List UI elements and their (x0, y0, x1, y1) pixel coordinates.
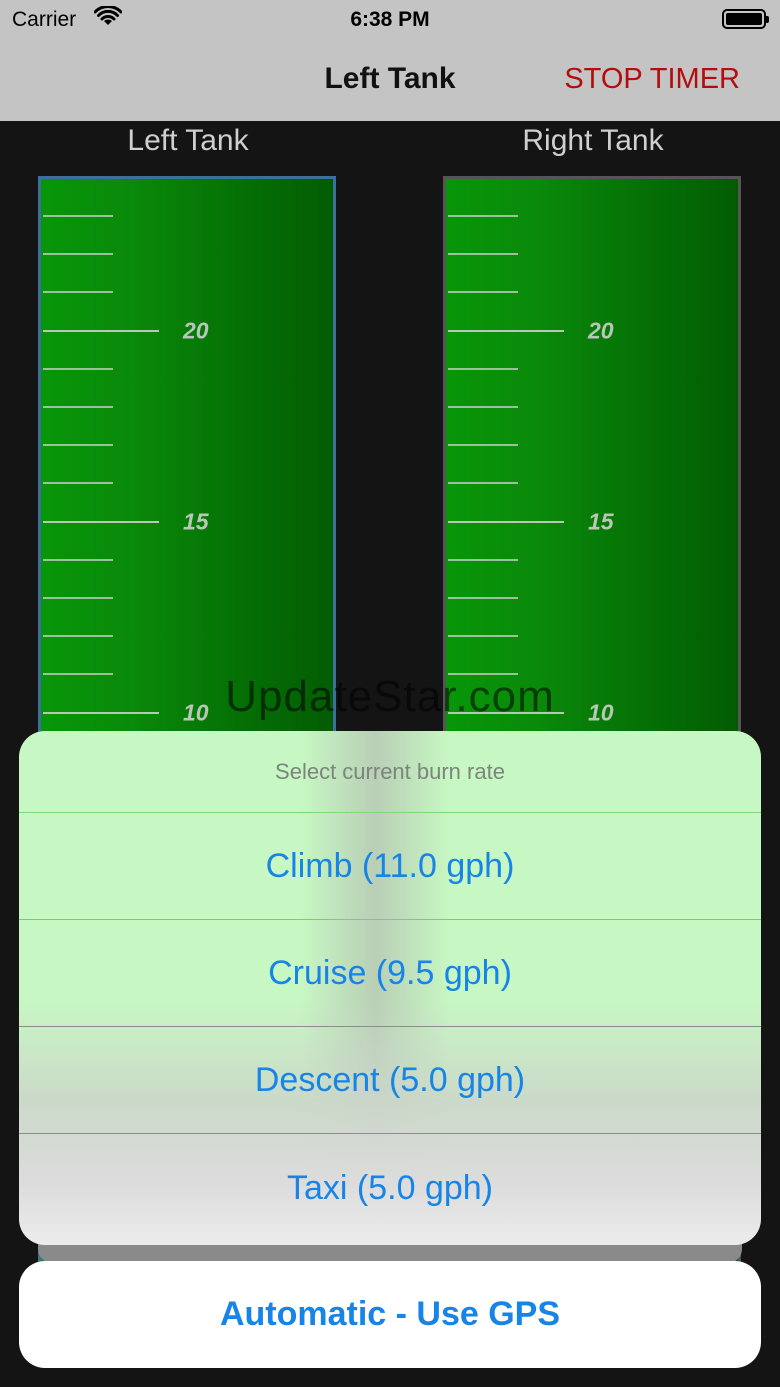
scale-minor-tick (448, 215, 518, 217)
taxi-option[interactable]: Taxi (5.0 gph) (19, 1134, 761, 1242)
scale-minor-tick (43, 367, 113, 370)
scale-minor-tick (448, 444, 518, 447)
scale-major-tick (43, 520, 159, 523)
scale-major-tick (43, 329, 159, 332)
scale-major-tick (448, 329, 564, 332)
clock: 6:38 PM (350, 8, 430, 31)
scale-major-tick (448, 520, 564, 523)
scale-minor-tick (448, 367, 518, 370)
scale-minor-tick (43, 444, 113, 447)
status-bar: Carrier 6:38 PM (0, 0, 780, 40)
right-tank-label: Right Tank (522, 124, 664, 157)
scale-minor-tick (448, 597, 518, 599)
scale-minor-tick (43, 406, 113, 408)
scale-label: 20 (588, 317, 614, 344)
burn-rate-action-sheet: Select current burn rate Climb (11.0 gph… (19, 731, 761, 1245)
scale-minor-tick (43, 253, 113, 256)
scale-minor-tick (43, 482, 113, 485)
scale-minor-tick (448, 253, 518, 256)
scale-minor-tick (43, 635, 113, 638)
navigation-bar: Left Tank STOP TIMER (0, 40, 780, 121)
descent-option[interactable]: Descent (5.0 gph) (19, 1027, 761, 1134)
stop-timer-button[interactable]: STOP TIMER (564, 63, 740, 96)
scale-label: 15 (588, 508, 614, 535)
scale-minor-tick (448, 558, 518, 561)
action-sheet-title: Select current burn rate (19, 731, 761, 813)
scale-minor-tick (43, 597, 113, 599)
watermark: UpdateStar.com (225, 672, 555, 721)
scale-minor-tick (43, 558, 113, 561)
scale-minor-tick (448, 635, 518, 638)
scale-minor-tick (43, 215, 113, 217)
scale-minor-tick (448, 406, 518, 408)
scale-label: 20 (183, 317, 209, 344)
scale-minor-tick (448, 291, 518, 294)
left-tank-label: Left Tank (127, 124, 249, 157)
scale-minor-tick (448, 482, 518, 485)
battery-icon (722, 9, 769, 29)
automatic-gps-button[interactable]: Automatic - Use GPS (19, 1261, 761, 1368)
cruise-option[interactable]: Cruise (9.5 gph) (19, 920, 761, 1027)
scale-minor-tick (43, 291, 113, 294)
climb-option[interactable]: Climb (11.0 gph) (19, 813, 761, 920)
scale-label: 15 (183, 508, 209, 535)
